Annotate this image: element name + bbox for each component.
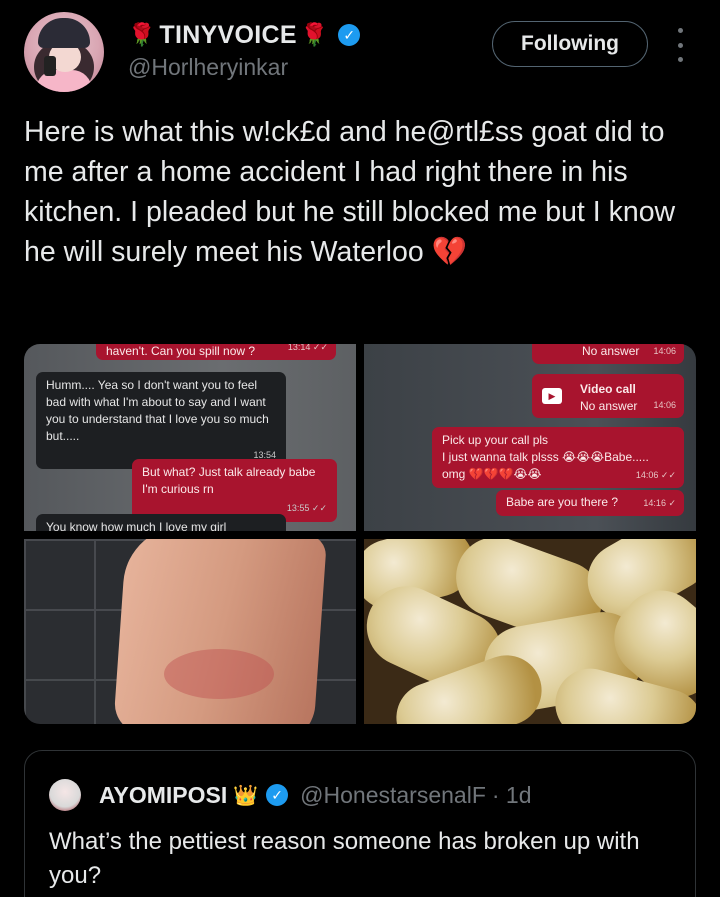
- quoted-tweet[interactable]: AYOMIPOSI 👑 ✓ @HonestarsenalF · 1d What’…: [24, 750, 696, 897]
- chat-text: You know how much I love my girl: [46, 520, 227, 531]
- chat-text: Babe are you there ?: [506, 495, 619, 509]
- chat-text: No answer: [582, 344, 640, 358]
- chat-bubble-outgoing: haven't. Can you spill now ? 13:14 ✓✓: [96, 344, 336, 360]
- chat-time: 14:16 ✓: [643, 498, 676, 508]
- tweet-text: Here is what this w!ck£d and he@rtl£ss g…: [24, 112, 700, 272]
- tweet-header: 🌹 TINYVOICE 🌹 ✓ @Horlheryinkar Following: [0, 0, 720, 100]
- quoted-display-name[interactable]: AYOMIPOSI: [99, 782, 227, 809]
- quoted-time[interactable]: · 1d: [492, 782, 532, 809]
- tweet-body: Here is what this w!ck£d and he@rtl£ss g…: [24, 116, 676, 268]
- chat-text: I just wanna talk plsss 😭😭😭Babe.....: [442, 450, 649, 464]
- video-call-icon: ▶: [542, 388, 562, 404]
- chat-text: Humm.... Yea so I don't want you to feel…: [46, 378, 269, 443]
- chat-bubble-outgoing: Pick up your call pls I just wanna talk …: [432, 427, 684, 488]
- chat-bubble-outgoing: Babe are you there ? 14:16 ✓: [496, 490, 684, 516]
- verified-badge-icon: ✓: [266, 784, 289, 806]
- author-display-name[interactable]: TINYVOICE: [159, 21, 296, 50]
- media-injury-photo[interactable]: [24, 539, 356, 724]
- chat-bubble-incoming: You know how much I love my girl: [36, 514, 286, 531]
- chat-text: haven't. Can you spill now ?: [106, 344, 256, 358]
- author-handle[interactable]: @Horlheryinkar: [128, 54, 288, 81]
- chat-bubble-outgoing: But what? Just talk already babe I'm cur…: [132, 459, 337, 522]
- media-chicken-photo[interactable]: [364, 539, 696, 724]
- chat-bubble-incoming: Humm.... Yea so I don't want you to feel…: [36, 372, 286, 469]
- chat-time: 14:06 ✓✓: [635, 470, 676, 480]
- chat-time: 14:06: [653, 346, 676, 356]
- video-call-bubble: ▶ Video call No answer 14:06: [532, 374, 684, 418]
- broken-heart-icon: 💔: [431, 236, 468, 268]
- chat-time: 14:06: [653, 400, 676, 410]
- quoted-handle[interactable]: @HonestarsenalF: [300, 782, 486, 809]
- more-options-icon[interactable]: [670, 28, 690, 62]
- chat-text: Video call: [580, 382, 636, 396]
- chat-text: But what? Just talk already babe I'm cur…: [142, 465, 316, 496]
- author-avatar[interactable]: [24, 12, 104, 92]
- following-button[interactable]: Following: [492, 21, 648, 67]
- rose-icon: 🌹: [128, 22, 156, 47]
- media-chat-right[interactable]: No answer 14:06 ▶ Video call No answer 1…: [364, 344, 696, 531]
- author-name-row[interactable]: 🌹 TINYVOICE 🌹 ✓: [128, 20, 361, 50]
- media-grid: haven't. Can you spill now ? 13:14 ✓✓ Hu…: [24, 344, 696, 724]
- injury-mark: [164, 649, 274, 699]
- missed-call-bubble: No answer 14:06: [532, 344, 684, 364]
- crown-icon: 👑: [233, 784, 259, 807]
- chat-time: 13:14 ✓✓: [287, 344, 328, 352]
- verified-badge-icon: ✓: [338, 24, 361, 46]
- rose-icon: 🌹: [300, 22, 329, 47]
- quoted-avatar[interactable]: [49, 779, 81, 811]
- quoted-text: What’s the pettiest reason someone has b…: [49, 828, 640, 889]
- quoted-name-row[interactable]: AYOMIPOSI 👑 ✓ @HonestarsenalF · 1d: [99, 779, 532, 811]
- media-chat-left[interactable]: haven't. Can you spill now ? 13:14 ✓✓ Hu…: [24, 344, 356, 531]
- chat-text: Pick up your call pls: [442, 433, 549, 447]
